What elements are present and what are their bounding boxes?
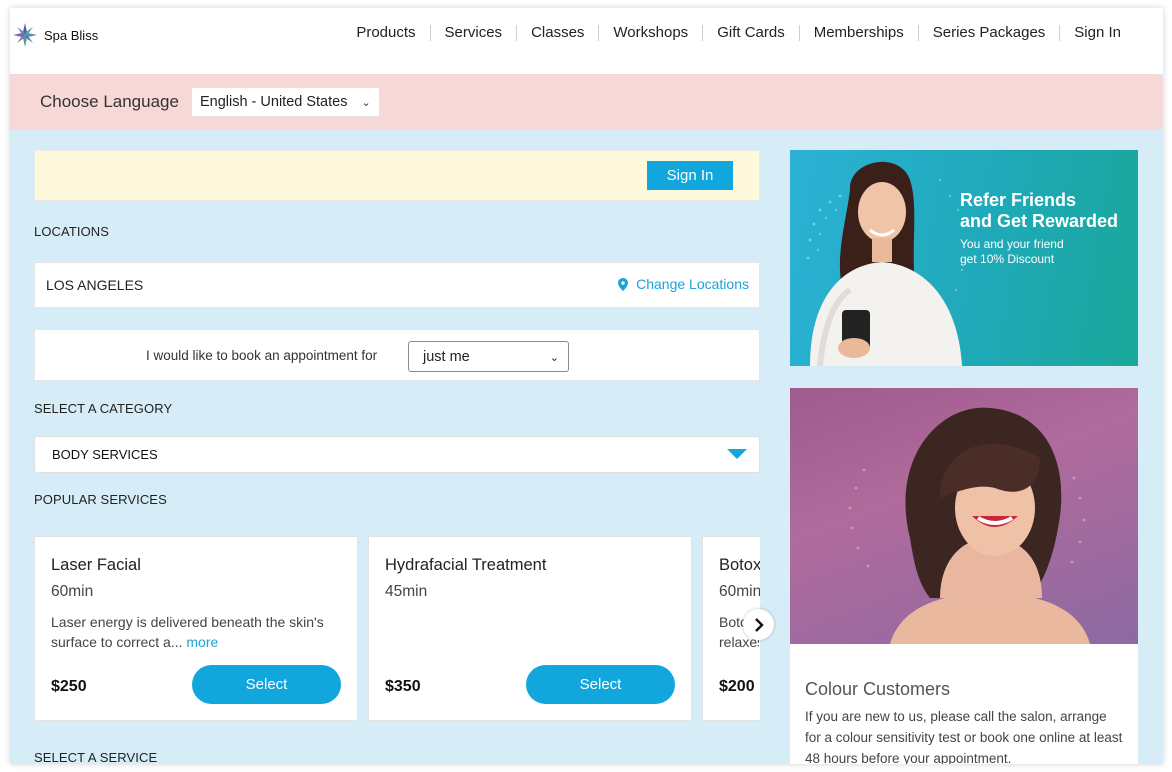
- nav-sign-in[interactable]: Sign In: [1060, 24, 1135, 41]
- service-description: Laser energy is delivered beneath the sk…: [51, 612, 351, 652]
- service-duration: 45min: [385, 583, 428, 600]
- service-card: Laser Facial 60min Laser energy is deliv…: [34, 536, 358, 721]
- sign-in-button[interactable]: Sign In: [647, 161, 733, 190]
- caret-down-icon: [727, 449, 747, 459]
- locations-heading: LOCATIONS: [34, 224, 110, 239]
- colour-customers-card: Colour Customers If you are new to us, p…: [790, 644, 1138, 764]
- language-select[interactable]: English - United States ⌄: [190, 87, 380, 117]
- nav-classes[interactable]: Classes: [517, 24, 598, 41]
- referral-subtext: You and your friend get 10% Discount: [960, 237, 1064, 267]
- referral-promo-banner[interactable]: Refer Friends and Get Rewarded You and y…: [790, 150, 1138, 366]
- nav-gift-cards[interactable]: Gift Cards: [703, 24, 799, 41]
- category-selected: BODY SERVICES: [52, 447, 158, 462]
- language-bar: Choose Language English - United States …: [10, 74, 1163, 130]
- select-service-button[interactable]: Select: [526, 665, 675, 704]
- nav-products[interactable]: Products: [342, 24, 429, 41]
- booking-for-value: just me: [423, 348, 470, 365]
- colour-customers-text: If you are new to us, please call the sa…: [805, 709, 1123, 764]
- top-navigation-bar: Spa Bliss Products Services Classes Work…: [10, 8, 1163, 74]
- service-card: Hydrafacial Treatment 45min $350 Select: [368, 536, 692, 721]
- carousel-next-button[interactable]: [743, 609, 774, 640]
- language-selected-value: English - United States: [199, 94, 348, 110]
- main-nav: Products Services Classes Workshops Gift…: [342, 24, 1135, 41]
- language-label: Choose Language: [40, 92, 179, 111]
- flower-logo-icon: [13, 23, 37, 47]
- map-pin-icon: [618, 277, 629, 291]
- chevron-right-icon: [754, 617, 764, 632]
- service-duration: 60min: [719, 583, 760, 600]
- signin-panel: Sign In: [34, 150, 760, 201]
- referral-sub-line1: You and your friend: [960, 237, 1064, 251]
- app-frame: Spa Bliss Products Services Classes Work…: [10, 8, 1163, 764]
- referral-heading-line1: Refer Friends: [960, 190, 1077, 210]
- nav-series-packages[interactable]: Series Packages: [919, 24, 1060, 41]
- service-title: Hydrafacial Treatment: [385, 556, 547, 574]
- booking-prompt: I would like to book an appointment for: [146, 348, 378, 363]
- nav-services[interactable]: Services: [431, 24, 517, 41]
- popular-services-heading: POPULAR SERVICES: [34, 492, 167, 507]
- change-locations-link[interactable]: Change Locations: [618, 276, 749, 292]
- referral-heading-line2: and Get Rewarded: [960, 211, 1119, 231]
- service-price: $250: [51, 678, 87, 695]
- service-price: $350: [385, 678, 421, 695]
- nav-memberships[interactable]: Memberships: [800, 24, 918, 41]
- chevron-down-icon: ⌄: [361, 96, 371, 109]
- location-box: LOS ANGELES Change Locations: [34, 262, 760, 308]
- colour-customers-image: [790, 388, 1138, 644]
- service-title: Botox: [719, 556, 760, 574]
- service-title: Laser Facial: [51, 556, 141, 574]
- referral-sub-line2: get 10% Discount: [960, 252, 1055, 266]
- category-heading: SELECT A CATEGORY: [34, 401, 173, 416]
- woman-laughing-image: [848, 407, 1090, 644]
- current-location: LOS ANGELES: [46, 277, 144, 293]
- booking-for-box: I would like to book an appointment for …: [34, 329, 760, 381]
- popular-services-carousel: Laser Facial 60min Laser energy is deliv…: [34, 536, 760, 721]
- change-locations-label: Change Locations: [636, 276, 749, 292]
- more-link[interactable]: more: [186, 634, 218, 650]
- booking-for-select[interactable]: just me ⌄: [408, 341, 569, 372]
- service-price: $200: [719, 678, 755, 695]
- brand-logo[interactable]: Spa Bliss: [12, 22, 98, 48]
- select-service-heading: SELECT A SERVICE: [34, 750, 158, 764]
- category-dropdown[interactable]: BODY SERVICES: [34, 436, 760, 473]
- service-duration: 60min: [51, 583, 94, 600]
- select-service-button[interactable]: Select: [192, 665, 341, 704]
- colour-customers-title: Colour Customers: [805, 679, 951, 699]
- chevron-down-icon: ⌄: [549, 352, 559, 364]
- nav-workshops[interactable]: Workshops: [599, 24, 702, 41]
- brand-name: Spa Bliss: [44, 27, 99, 43]
- referral-heading: Refer Friends and Get Rewarded: [960, 190, 1118, 232]
- woman-with-phone-image: [810, 161, 962, 366]
